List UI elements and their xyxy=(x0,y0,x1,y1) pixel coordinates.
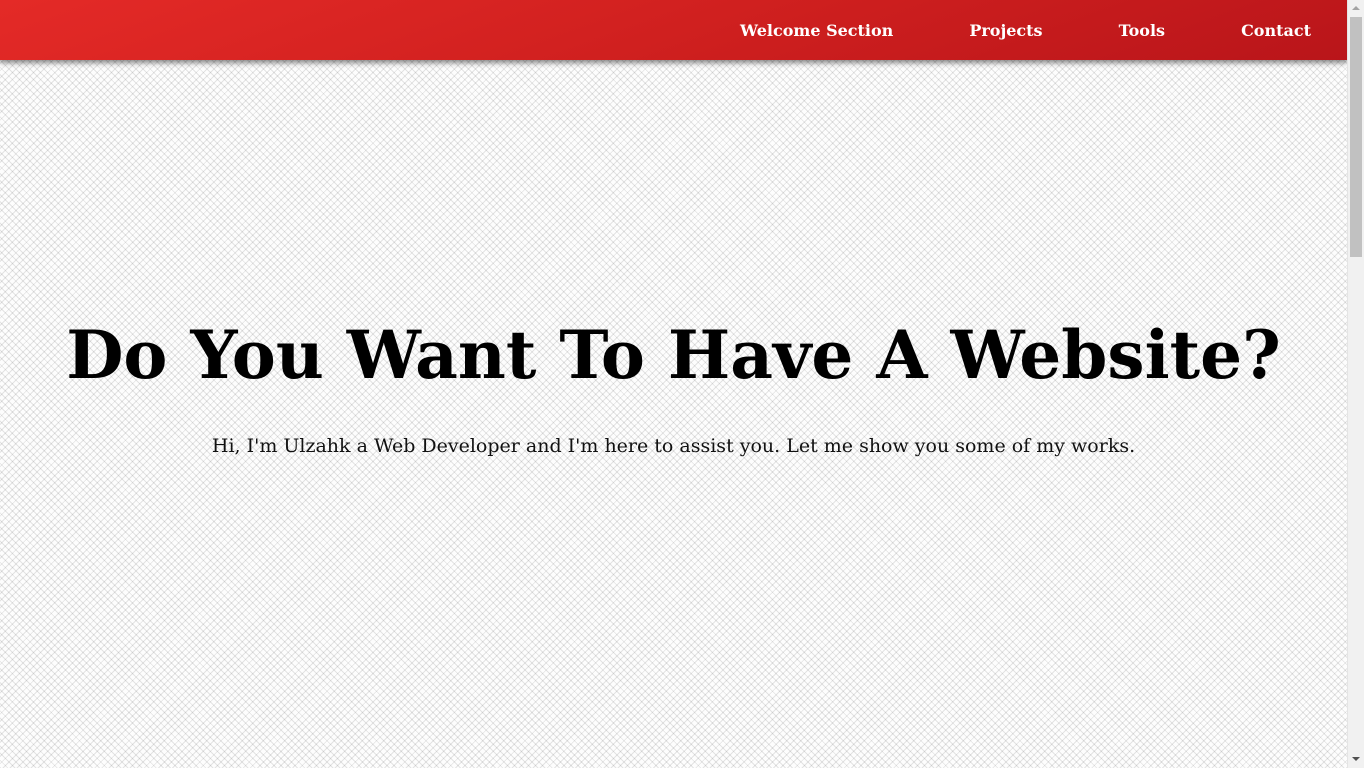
nav-link-tools[interactable]: Tools xyxy=(1119,21,1166,40)
nav-links: Welcome Section Projects Tools Contact xyxy=(740,0,1311,60)
scrollbar-thumb[interactable] xyxy=(1350,17,1362,257)
page-background: Welcome Section Projects Tools Contact D… xyxy=(0,0,1347,768)
nav-link-welcome-section[interactable]: Welcome Section xyxy=(740,21,893,40)
nav-link-contact[interactable]: Contact xyxy=(1241,21,1311,40)
nav-link-projects[interactable]: Projects xyxy=(969,21,1042,40)
welcome-headline: Do You Want To Have A Website? xyxy=(66,316,1281,394)
navbar: Welcome Section Projects Tools Contact xyxy=(0,0,1347,60)
welcome-section: Do You Want To Have A Website? Hi, I'm U… xyxy=(0,60,1347,768)
welcome-intro-text: Hi, I'm Ulzahk a Web Developer and I'm h… xyxy=(211,435,1136,457)
vertical-scrollbar[interactable] xyxy=(1347,0,1364,768)
scroll-down-arrow-icon[interactable] xyxy=(1348,751,1364,768)
scroll-up-arrow-icon[interactable] xyxy=(1348,0,1364,17)
